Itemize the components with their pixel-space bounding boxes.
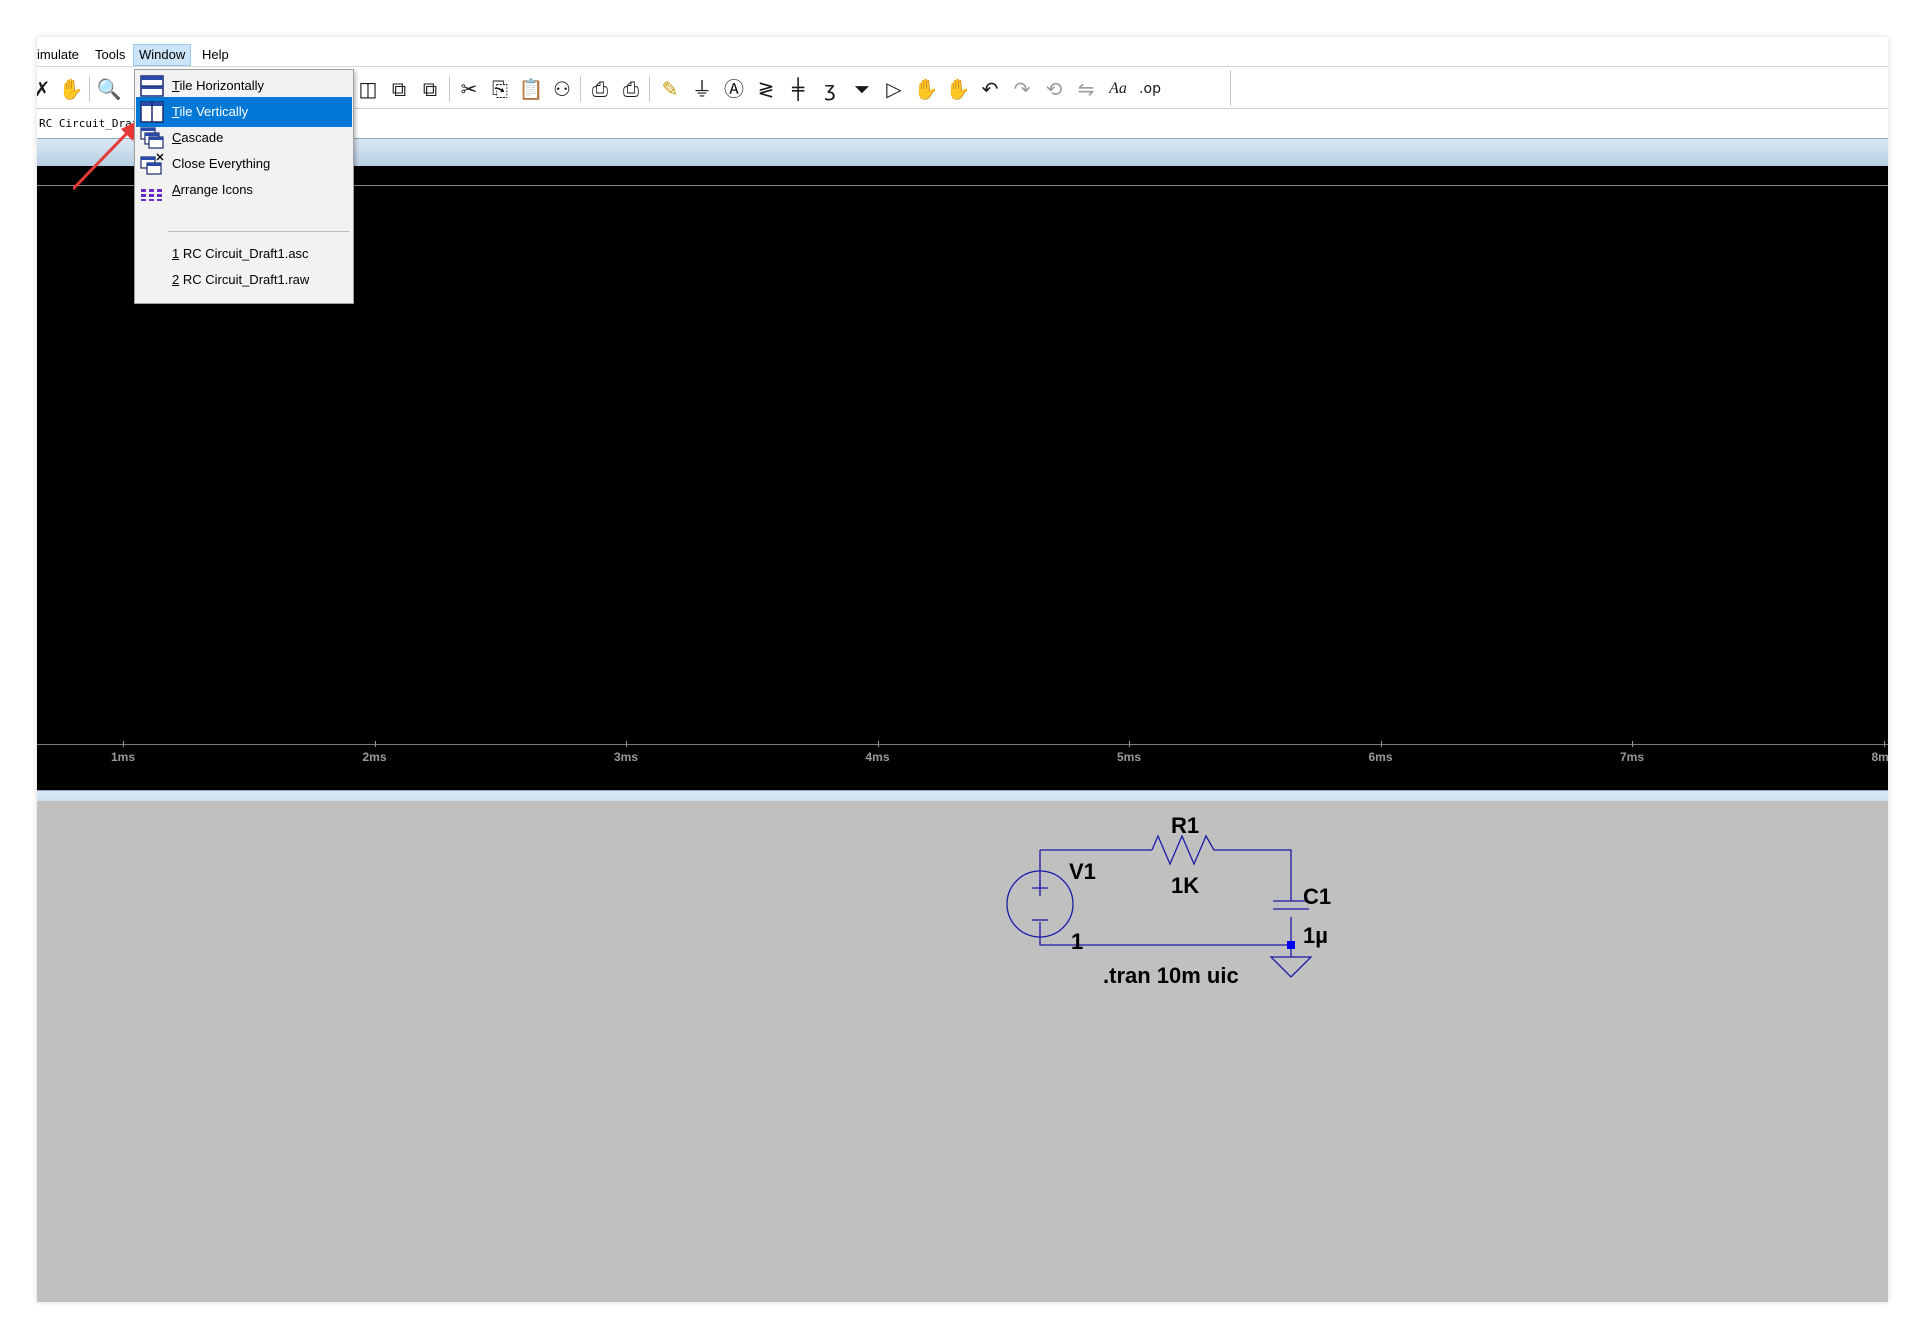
cascade-icon[interactable]: ⧉ — [386, 76, 412, 102]
arrange-icons-icon — [141, 189, 162, 201]
toolbar-separator — [449, 76, 450, 102]
resistor-symbol — [1151, 834, 1220, 866]
menu-item-arrange-icons[interactable]: Arrange Icons — [136, 175, 352, 205]
plus-sign — [1032, 880, 1048, 896]
ground-symbol — [1269, 945, 1313, 978]
x-tick-mark — [1129, 741, 1130, 747]
x-tick-label: 2ms — [362, 750, 387, 764]
menu-tools[interactable]: Tools — [90, 45, 130, 65]
window-menu-dropdown: Tile Horizontally Tile Vertically Cascad… — [134, 69, 354, 304]
inductor-icon[interactable]: ʒ — [817, 76, 843, 102]
drag-hand-icon[interactable]: ✋ — [945, 76, 971, 102]
menu-help[interactable]: Help — [197, 45, 234, 65]
copy-icon[interactable]: ⎘ — [487, 76, 513, 102]
capacitor-icon[interactable]: ╪ — [785, 76, 811, 102]
wire — [1220, 849, 1292, 901]
x-tick-mark — [1380, 741, 1382, 747]
toolbar-separator — [649, 76, 650, 102]
x-tick-mark — [1632, 741, 1633, 747]
component-icon[interactable]: ▷ — [881, 76, 907, 102]
x-axis-line — [37, 744, 1888, 745]
toolbar-separator — [89, 76, 90, 102]
run-icon[interactable]: ✗ — [37, 76, 55, 102]
x-tick-mark — [1883, 741, 1885, 747]
resistor-icon[interactable]: ≷ — [753, 76, 779, 102]
diode-icon[interactable]: ⏷ — [849, 76, 875, 102]
mirror-icon[interactable]: ⇋ — [1073, 76, 1099, 102]
x-tick-label: 8ms — [1871, 750, 1888, 764]
move-hand-icon[interactable]: ✋ — [913, 76, 939, 102]
x-tick-label: 5ms — [1116, 750, 1142, 764]
print-icon[interactable]: ⎙ — [587, 76, 613, 102]
capacitor-value[interactable]: 1µ — [1303, 923, 1328, 949]
source-value[interactable]: 1 — [1071, 929, 1083, 955]
circuit-diagram — [1006, 834, 1313, 978]
x-tick-label: 1ms — [110, 750, 136, 764]
x-tick-label: 6ms — [1368, 750, 1393, 764]
pan-hand-icon[interactable]: ✋ — [58, 76, 84, 102]
x-tick-mark — [374, 741, 376, 747]
menu-separator — [168, 231, 349, 232]
menu-simulate[interactable]: imulate — [37, 45, 84, 65]
spice-directive[interactable]: .tran 10m uic — [1103, 963, 1239, 989]
cascade-icon — [140, 127, 164, 149]
menubar: imulate Tools Window Help — [37, 44, 1888, 67]
menu-window[interactable]: Window — [133, 44, 192, 66]
tile-vertically-icon — [140, 101, 164, 123]
x-tick-mark — [626, 741, 627, 747]
x-tick-mark — [877, 741, 879, 747]
node-junction — [1287, 941, 1295, 949]
menu-item-label: 2 RC Circuit_Draft1.raw — [172, 272, 310, 287]
rotate-icon[interactable]: ⟲ — [1041, 76, 1067, 102]
draw-wire-icon[interactable]: ✎ — [657, 76, 683, 102]
tile-vertically-icon[interactable]: ◫ — [355, 76, 381, 102]
zoom-in-icon[interactable]: 🔍 — [96, 76, 122, 102]
ground-icon[interactable]: ⏚ — [689, 76, 715, 102]
menubar-divider — [37, 66, 1888, 67]
cut-icon[interactable]: ✂ — [456, 76, 482, 102]
spice-directive-icon[interactable]: .op — [1137, 76, 1163, 102]
close-everything-icon[interactable]: ⧉ — [417, 76, 443, 102]
close-everything-icon — [140, 153, 164, 175]
x-tick-label: 3ms — [613, 750, 639, 764]
undo-icon[interactable]: ↶ — [977, 76, 1003, 102]
source-ref[interactable]: V1 — [1069, 859, 1096, 885]
print-setup-icon[interactable]: ⎙ — [618, 76, 644, 102]
label-net-icon[interactable]: Ⓐ — [721, 76, 747, 102]
x-tick-label: 4ms — [865, 750, 890, 764]
tile-horizontally-icon — [140, 75, 164, 97]
text-icon[interactable]: Aa — [1105, 76, 1131, 102]
capacitor-ref[interactable]: C1 — [1303, 884, 1331, 910]
resistor-value[interactable]: 1K — [1171, 873, 1199, 899]
paste-icon[interactable]: 📋 — [518, 76, 544, 102]
find-binoculars-icon[interactable]: ⚇ — [549, 76, 575, 102]
redo-icon[interactable]: ↷ — [1009, 76, 1035, 102]
menu-item-label: Arrange Icons — [172, 182, 253, 197]
app-window: imulate Tools Window Help ✗ ✋ 🔍 ◫ ⧉ ⧉ ✂ … — [37, 37, 1888, 1302]
x-tick-mark — [123, 741, 124, 747]
x-tick-label: 7ms — [1619, 750, 1645, 764]
toolbar-separator — [580, 76, 581, 102]
menu-item-recent-raw[interactable]: 2 RC Circuit_Draft1.raw — [136, 265, 352, 295]
schematic-canvas[interactable]: R1 1K V1 1 C1 1µ .tran 10m uic — [37, 801, 1888, 1302]
resistor-ref[interactable]: R1 — [1171, 813, 1199, 839]
